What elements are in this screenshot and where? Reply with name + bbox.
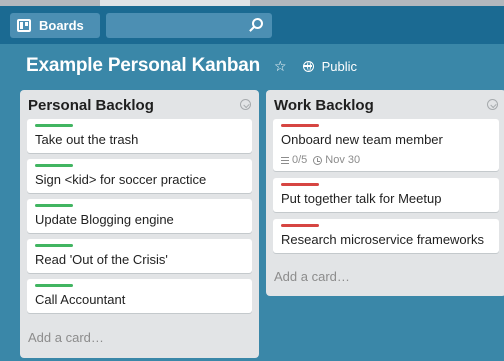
clock-icon: [313, 155, 323, 165]
card-label: [281, 124, 319, 127]
card-badges: 0/5 Nov 30: [281, 154, 360, 166]
card-label: [35, 204, 73, 207]
due-date-badge: Nov 30: [325, 154, 361, 166]
checklist-badge: 0/5: [292, 154, 308, 166]
star-icon[interactable]: ☆: [274, 58, 287, 75]
list-work-backlog: Work Backlog Onboard new team member 0/5…: [266, 90, 504, 296]
search-input[interactable]: [106, 13, 272, 38]
checklist-icon: [281, 156, 289, 164]
app-header: Boards: [0, 6, 504, 44]
search-icon[interactable]: [252, 18, 263, 29]
card-label: [35, 164, 73, 167]
card-label: [35, 244, 73, 247]
card[interactable]: Onboard new team member 0/5 Nov 30: [273, 119, 499, 171]
list-header: Work Backlog: [266, 90, 504, 120]
card-title: Sign <kid> for soccer practice: [35, 172, 207, 187]
card-title: Onboard new team member: [281, 132, 443, 147]
card-label: [35, 284, 73, 287]
globe-icon: [302, 60, 314, 72]
list-header: Personal Backlog: [20, 90, 259, 120]
list-menu-icon[interactable]: [240, 99, 251, 110]
card[interactable]: Call Accountant: [27, 279, 252, 313]
list-personal-backlog: Personal Backlog Take out the trash Sign…: [20, 90, 259, 358]
card-title: Research microservice frameworks: [281, 232, 484, 247]
visibility-button[interactable]: Public: [322, 59, 357, 74]
list-menu-icon[interactable]: [487, 99, 498, 110]
boards-label: Boards: [39, 18, 84, 33]
list-title[interactable]: Personal Backlog: [28, 97, 154, 114]
card[interactable]: Take out the trash: [27, 119, 252, 153]
search-box[interactable]: [106, 13, 272, 38]
card-title: Take out the trash: [35, 132, 139, 147]
board-header: Example Personal Kanban ☆ Public: [0, 44, 504, 88]
card-title: Update Blogging engine: [35, 212, 174, 227]
list-title[interactable]: Work Backlog: [274, 97, 374, 114]
board-title[interactable]: Example Personal Kanban: [26, 55, 260, 77]
card-title: Read 'Out of the Crisis': [35, 252, 168, 267]
card[interactable]: Put together talk for Meetup: [273, 178, 499, 212]
add-card-button[interactable]: Add a card…: [28, 330, 104, 345]
card[interactable]: Update Blogging engine: [27, 199, 252, 233]
card-label: [281, 224, 319, 227]
card-title: Put together talk for Meetup: [281, 191, 442, 206]
card-label: [281, 183, 319, 186]
card-title: Call Accountant: [35, 292, 126, 307]
card[interactable]: Read 'Out of the Crisis': [27, 239, 252, 273]
card[interactable]: Sign <kid> for soccer practice: [27, 159, 252, 193]
card[interactable]: Research microservice frameworks: [273, 219, 499, 253]
add-card-button[interactable]: Add a card…: [274, 269, 350, 284]
card-label: [35, 124, 73, 127]
boards-button[interactable]: Boards: [10, 13, 100, 38]
boards-icon: [17, 19, 31, 32]
